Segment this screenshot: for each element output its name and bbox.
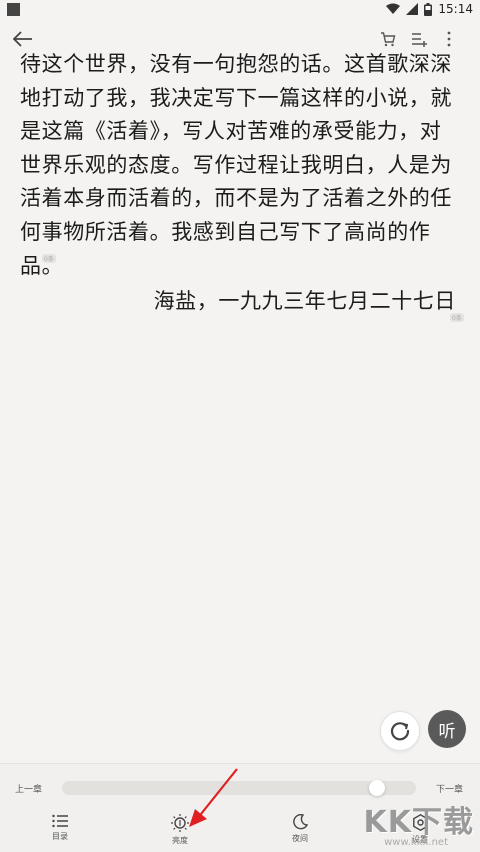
back-button[interactable]	[12, 28, 34, 50]
tab-label: 夜间	[292, 834, 308, 843]
watermark-text: KK下载	[363, 805, 474, 840]
reading-content: 待这个世界，没有一句抱怨的话。这首歌深深 地打动了我，我决定写下一篇这样的小说，…	[20, 48, 460, 283]
text-line: 地打动了我，我决定写下一篇这样的小说，就	[20, 85, 452, 110]
text-line: 品。	[20, 253, 64, 278]
tab-label: 亮度	[172, 836, 188, 845]
add-to-shelf-icon	[411, 31, 427, 47]
arrow-left-icon	[13, 31, 32, 47]
watermark-url: www.kkx.net	[384, 837, 448, 848]
more-menu-button[interactable]	[438, 28, 460, 50]
moon-icon	[293, 814, 308, 830]
more-vert-icon	[447, 31, 451, 47]
text-line: 是这篇《活着》，写人对苦难的承受能力，对	[20, 119, 442, 144]
signal-icon	[406, 3, 419, 15]
status-time: 15:14	[438, 2, 473, 16]
tab-label: 目录	[52, 832, 68, 841]
paragraph-comment-badge[interactable]: 0条	[450, 313, 464, 322]
status-icons: 15:14	[386, 2, 473, 16]
notification-icon	[7, 3, 20, 16]
prev-chapter-button[interactable]: 上一章	[15, 782, 42, 795]
signature-line: 海盐，一九九三年七月二十七日	[153, 289, 456, 313]
tab-night[interactable]: 夜间	[240, 810, 360, 852]
cart-button[interactable]	[377, 28, 399, 50]
text-line: 活着本身而活着的，而不是为了活着之外的任	[20, 186, 452, 211]
wifi-icon	[386, 3, 401, 14]
add-bookmark-button[interactable]	[407, 28, 429, 50]
refresh-icon	[390, 722, 410, 741]
battery-icon	[424, 2, 433, 16]
watermark-logo: KK下载 www.kkx.net	[363, 797, 475, 848]
auto-scroll-button[interactable]	[380, 711, 420, 751]
paragraph-comment-badge[interactable]: 0条	[42, 254, 56, 263]
annotation-arrow-icon	[189, 768, 238, 827]
text-line: 待这个世界，没有一句抱怨的话。这首歌深深	[20, 52, 452, 76]
status-bar: 15:14	[0, 0, 480, 20]
list-icon	[52, 814, 68, 828]
text-line: 世界乐观的态度。写作过程让我明白，人是为	[20, 152, 452, 177]
listen-button[interactable]: 听	[428, 710, 466, 748]
next-chapter-button[interactable]: 下一章	[436, 782, 463, 795]
cart-icon	[381, 32, 396, 47]
slider-thumb[interactable]	[369, 780, 385, 796]
text-line: 何事物所活着。我感到自己写下了高尚的作	[20, 219, 431, 244]
tab-catalog[interactable]: 目录	[0, 810, 120, 852]
